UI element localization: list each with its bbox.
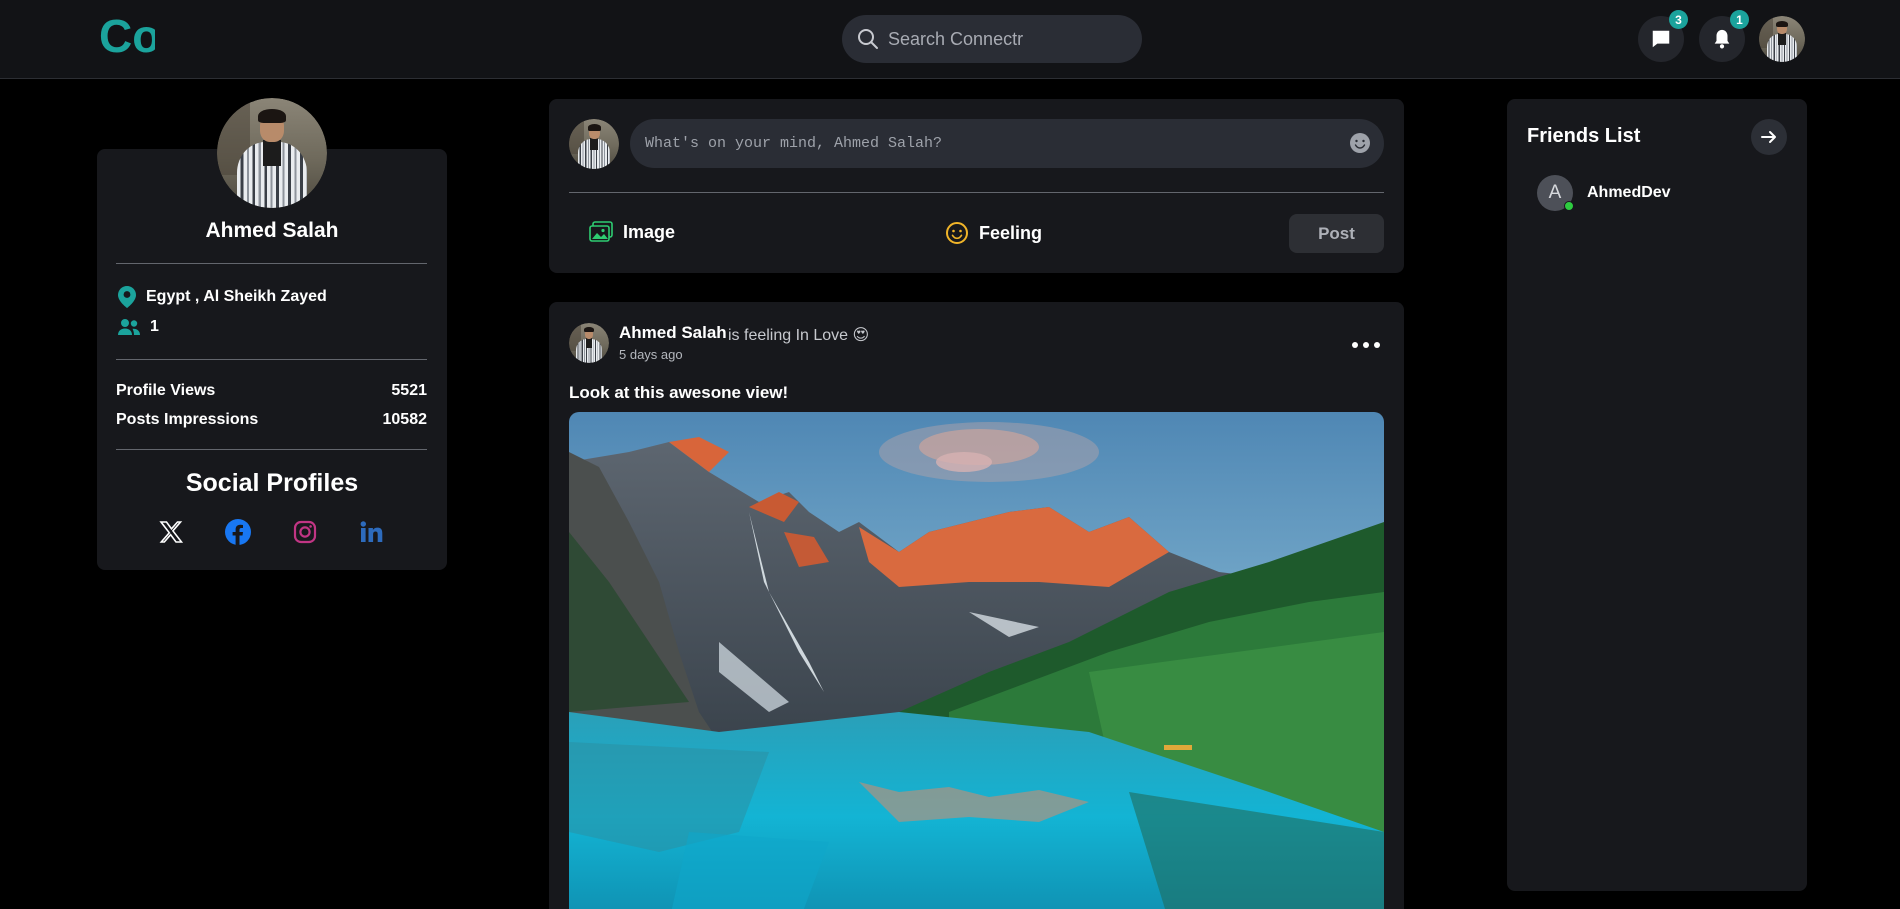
stat-posts-impressions: Posts Impressions 10582 (116, 411, 427, 429)
search-input[interactable] (888, 28, 1128, 50)
divider (116, 359, 427, 360)
instagram-link[interactable] (291, 518, 319, 546)
notifications-button[interactable]: 1 (1699, 10, 1749, 62)
bell-icon (1714, 29, 1730, 49)
linkedin-link[interactable] (358, 518, 386, 546)
search-icon (858, 29, 878, 49)
post-button[interactable]: Post (1289, 214, 1384, 253)
profile-location: Egypt , Al Sheikh Zayed (118, 286, 327, 308)
chat-icon (1652, 30, 1670, 48)
facebook-icon (225, 519, 251, 545)
add-image-button[interactable]: Image (589, 221, 675, 243)
notifications-badge: 1 (1730, 10, 1749, 29)
stat-label: Profile Views (116, 382, 216, 399)
image-button-label: Image (623, 221, 676, 242)
stat-value: 10582 (382, 411, 428, 428)
friend-name: AhmedDev (1587, 184, 1671, 201)
emoji-picker-button[interactable] (1348, 131, 1372, 155)
messages-button[interactable]: 3 (1638, 10, 1688, 62)
online-status-indicator (1564, 201, 1574, 211)
instagram-icon (293, 520, 317, 544)
add-feeling-button[interactable]: Feeling (945, 221, 1042, 245)
post-author-avatar[interactable] (569, 323, 609, 363)
friends-list-title: Friends List (1527, 125, 1641, 147)
profile-name[interactable]: Ahmed Salah (97, 219, 447, 243)
users-icon (118, 319, 140, 335)
location-pin-icon (118, 286, 136, 308)
composer-input[interactable] (630, 119, 1384, 168)
x-link[interactable] (157, 518, 185, 546)
x-icon (159, 521, 183, 543)
post-text: Look at this awesone view! (569, 383, 789, 402)
composer-avatar (569, 119, 619, 169)
divider (569, 192, 1384, 193)
profile-avatar[interactable] (217, 98, 327, 208)
image-icon (589, 221, 613, 242)
connectr-logo[interactable]: Co (99, 10, 160, 62)
search-bar[interactable] (842, 15, 1142, 63)
svg-text:Co: Co (99, 14, 155, 60)
profile-friends-count: 1 (118, 318, 159, 336)
mountain-lake-image (569, 412, 1384, 909)
stat-profile-views: Profile Views 5521 (116, 382, 427, 400)
friends-count-text: 1 (150, 318, 159, 335)
smiley-icon (946, 222, 968, 244)
top-navbar: Co 3 1 (0, 0, 1900, 79)
stat-value: 5521 (391, 382, 427, 399)
user-avatar[interactable] (1759, 16, 1805, 62)
feeling-button-label: Feeling (979, 222, 1043, 243)
linkedin-icon (360, 521, 383, 542)
divider (116, 263, 427, 264)
messages-badge: 3 (1669, 10, 1688, 29)
friends-list-panel (1507, 99, 1807, 891)
post-author-name[interactable]: Ahmed Salah (619, 323, 727, 343)
friend-avatar: A (1537, 175, 1574, 211)
stat-label: Posts Impressions (116, 411, 259, 428)
location-text: Egypt , Al Sheikh Zayed (146, 288, 327, 305)
friends-list-open-button[interactable] (1751, 119, 1787, 155)
divider (116, 449, 427, 450)
post-image[interactable] (569, 412, 1384, 909)
post-feeling: is feeling In Love 😍 (728, 327, 870, 344)
post-options-button[interactable] (1352, 338, 1380, 352)
arrow-right-icon (1761, 131, 1776, 143)
social-profiles-title: Social Profiles (185, 469, 359, 497)
emoji-icon (1350, 133, 1370, 153)
more-dots-icon (1352, 342, 1358, 348)
friend-item[interactable]: A AhmedDev (1537, 175, 1671, 211)
facebook-link[interactable] (224, 518, 252, 546)
post-timestamp: 5 days ago (619, 347, 683, 362)
